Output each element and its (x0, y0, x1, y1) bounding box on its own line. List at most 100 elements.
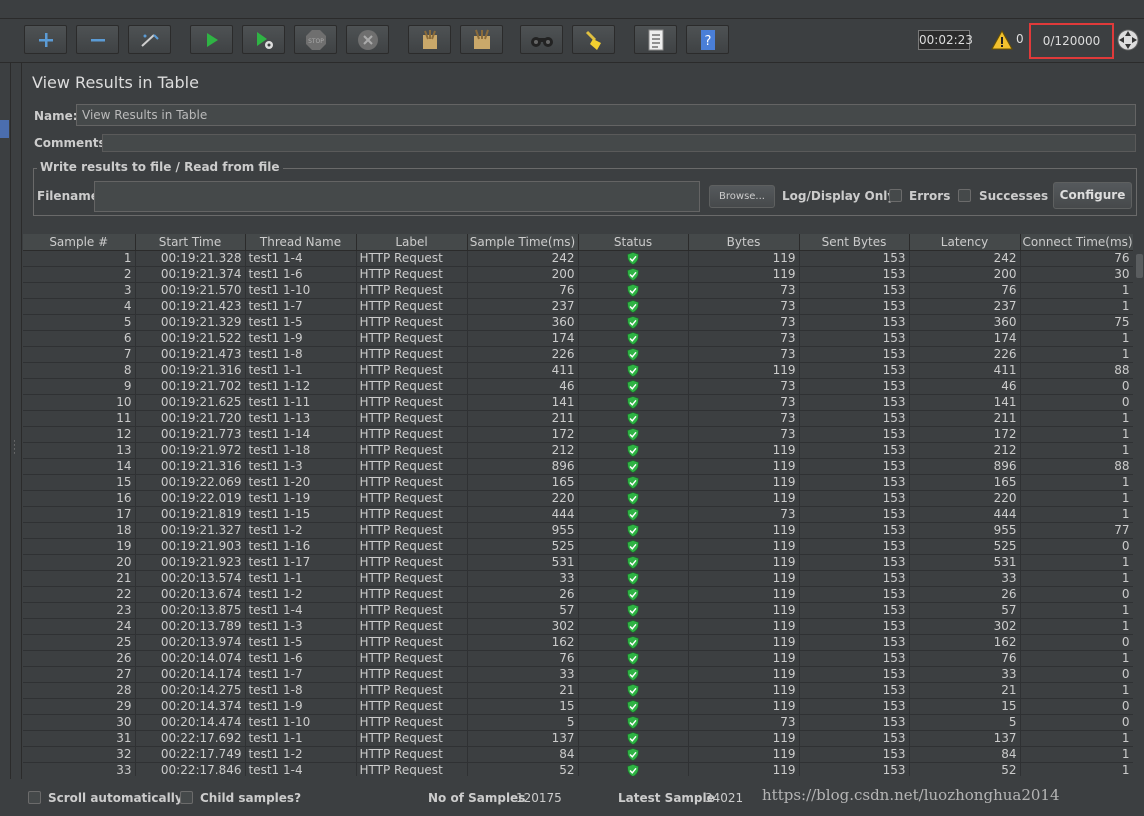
start-button[interactable] (190, 25, 233, 54)
search-button[interactable] (520, 25, 563, 54)
filename-input[interactable] (94, 181, 700, 212)
shutdown-button[interactable] (346, 25, 389, 54)
column-header[interactable]: Latency (909, 234, 1021, 251)
stop-button[interactable]: STOP (294, 25, 337, 54)
success-shield-icon (627, 588, 639, 601)
table-cell: 00:19:21.316 (135, 458, 246, 475)
table-row[interactable]: 33 00:22:17.846 test1 1-4 HTTP Request 52 119… (23, 762, 1133, 776)
table-row[interactable]: 23 00:20:13.875 test1 1-4 HTTP Request 57 119… (23, 602, 1133, 619)
status-cell (578, 570, 689, 587)
toggle-button[interactable] (128, 25, 171, 54)
clear-button[interactable] (408, 25, 451, 54)
table-cell: 33 (909, 570, 1021, 587)
table-cell: 153 (799, 442, 910, 459)
table-row[interactable]: 10 00:19:21.625 test1 1-11 HTTP Request 141 7… (23, 394, 1133, 411)
success-shield-icon (627, 348, 639, 361)
tree-selected-item[interactable] (0, 120, 9, 138)
table-cell: HTTP Request (356, 442, 468, 459)
help-button[interactable]: ? (686, 25, 729, 54)
table-cell: 141 (467, 394, 579, 411)
reset-search-button[interactable] (572, 25, 615, 54)
remote-engines-icon[interactable] (1117, 29, 1139, 51)
start-no-pauses-button[interactable] (242, 25, 285, 54)
warning-icon[interactable] (991, 30, 1013, 50)
splitter-grip-icon[interactable]: · · · · (13, 438, 19, 459)
column-header[interactable]: Sample Time(ms) (467, 234, 579, 251)
table-row[interactable]: 17 00:19:21.819 test1 1-15 HTTP Request 444 7… (23, 506, 1133, 523)
table-row[interactable]: 24 00:20:13.789 test1 1-3 HTTP Request 302 11… (23, 618, 1133, 635)
scrollbar-thumb[interactable] (1136, 254, 1143, 278)
table-row[interactable]: 19 00:19:21.903 test1 1-16 HTTP Request 525 1… (23, 538, 1133, 555)
table-cell: 153 (799, 506, 910, 523)
errors-checkbox[interactable] (889, 189, 902, 202)
table-row[interactable]: 29 00:20:14.374 test1 1-9 HTTP Request 15 119… (23, 698, 1133, 715)
table-cell: 174 (909, 330, 1021, 347)
table-row[interactable]: 25 00:20:13.974 test1 1-5 HTTP Request 162 11… (23, 634, 1133, 651)
table-row[interactable]: 16 00:19:22.019 test1 1-19 HTTP Request 220 1… (23, 490, 1133, 507)
table-cell: 955 (909, 522, 1021, 539)
table-cell: 896 (467, 458, 579, 475)
child-samples-checkbox[interactable] (180, 791, 193, 804)
table-row[interactable]: 21 00:20:13.574 test1 1-1 HTTP Request 33 119… (23, 570, 1133, 587)
table-cell: 153 (799, 762, 910, 776)
table-row[interactable]: 22 00:20:13.674 test1 1-2 HTTP Request 26 119… (23, 586, 1133, 603)
remove-button[interactable] (76, 25, 119, 54)
table-row[interactable]: 27 00:20:14.174 test1 1-7 HTTP Request 33 119… (23, 666, 1133, 683)
table-cell: 00:19:21.625 (135, 394, 246, 411)
table-row[interactable]: 5 00:19:21.329 test1 1-5 HTTP Request 360 73 1… (23, 314, 1133, 331)
table-row[interactable]: 18 00:19:21.327 test1 1-2 HTTP Request 955 11… (23, 522, 1133, 539)
column-header[interactable]: Label (356, 234, 468, 251)
table-scrollbar[interactable] (1134, 234, 1144, 776)
scroll-automatically-checkbox[interactable] (28, 791, 41, 804)
table-row[interactable]: 9 00:19:21.702 test1 1-12 HTTP Request 46 73 1… (23, 378, 1133, 395)
table-row[interactable]: 8 00:19:21.316 test1 1-1 HTTP Request 411 119… (23, 362, 1133, 379)
table-row[interactable]: 13 00:19:21.972 test1 1-18 HTTP Request 212 1… (23, 442, 1133, 459)
table-row[interactable]: 15 00:19:22.069 test1 1-20 HTTP Request 165 1… (23, 474, 1133, 491)
browse-button[interactable]: Browse... (709, 185, 775, 208)
column-header[interactable]: Sample # (23, 234, 136, 251)
table-cell: 119 (688, 554, 800, 571)
table-row[interactable]: 32 00:22:17.749 test1 1-2 HTTP Request 84 119… (23, 746, 1133, 763)
table-row[interactable]: 31 00:22:17.692 test1 1-1 HTTP Request 137 11… (23, 730, 1133, 747)
table-row[interactable]: 2 00:19:21.374 test1 1-6 HTTP Request 200 119… (23, 266, 1133, 283)
table-cell: 162 (467, 634, 579, 651)
table-row[interactable]: 6 00:19:21.522 test1 1-9 HTTP Request 174 73 1… (23, 330, 1133, 347)
table-cell: HTTP Request (356, 410, 468, 427)
table-row[interactable]: 7 00:19:21.473 test1 1-8 HTTP Request 226 73 1… (23, 346, 1133, 363)
success-shield-icon (627, 380, 639, 393)
column-header[interactable]: Status (578, 234, 689, 251)
table-row[interactable]: 28 00:20:14.275 test1 1-8 HTTP Request 21 119… (23, 682, 1133, 699)
table-cell: HTTP Request (356, 570, 468, 587)
column-header[interactable]: Thread Name (245, 234, 357, 251)
column-header[interactable]: Sent Bytes (799, 234, 910, 251)
table-cell: test1 1-12 (245, 378, 357, 395)
table-cell: 360 (909, 314, 1021, 331)
table-row[interactable]: 1 00:19:21.328 test1 1-4 HTTP Request 242 119… (23, 250, 1133, 267)
table-row[interactable]: 20 00:19:21.923 test1 1-17 HTTP Request 531 1… (23, 554, 1133, 571)
table-row[interactable]: 30 00:20:14.474 test1 1-10 HTTP Request 5 73 1… (23, 714, 1133, 731)
column-header[interactable]: Connect Time(ms) (1020, 234, 1133, 251)
column-header[interactable]: Start Time (135, 234, 246, 251)
clear-all-button[interactable] (460, 25, 503, 54)
name-field[interactable]: View Results in Table (76, 104, 1136, 126)
table-row[interactable]: 26 00:20:14.074 test1 1-6 HTTP Request 76 119… (23, 650, 1133, 667)
table-row[interactable]: 4 00:19:21.423 test1 1-7 HTTP Request 237 73 1… (23, 298, 1133, 315)
add-button[interactable] (24, 25, 67, 54)
table-cell: test1 1-3 (245, 458, 357, 475)
function-helper-button[interactable] (634, 25, 677, 54)
table-row[interactable]: 12 00:19:21.773 test1 1-14 HTTP Request 172 7… (23, 426, 1133, 443)
column-header[interactable]: Bytes (688, 234, 800, 251)
configure-button[interactable]: Configure (1053, 182, 1132, 209)
comments-field[interactable] (102, 134, 1136, 152)
successes-checkbox[interactable] (958, 189, 971, 202)
table-cell: HTTP Request (356, 426, 468, 443)
table-row[interactable]: 14 00:19:21.316 test1 1-3 HTTP Request 896 11… (23, 458, 1133, 475)
table-cell: test1 1-8 (245, 346, 357, 363)
table-cell: test1 1-5 (245, 314, 357, 331)
table-row[interactable]: 11 00:19:21.720 test1 1-13 HTTP Request 211 7… (23, 410, 1133, 427)
test-plan-tree[interactable] (0, 63, 11, 816)
status-cell (578, 330, 689, 347)
table-row[interactable]: 3 00:19:21.570 test1 1-10 HTTP Request 76 73 1… (23, 282, 1133, 299)
table-cell: 237 (467, 298, 579, 315)
results-table[interactable]: Sample # Start Time Thread Name Label Sample… (23, 234, 1133, 776)
